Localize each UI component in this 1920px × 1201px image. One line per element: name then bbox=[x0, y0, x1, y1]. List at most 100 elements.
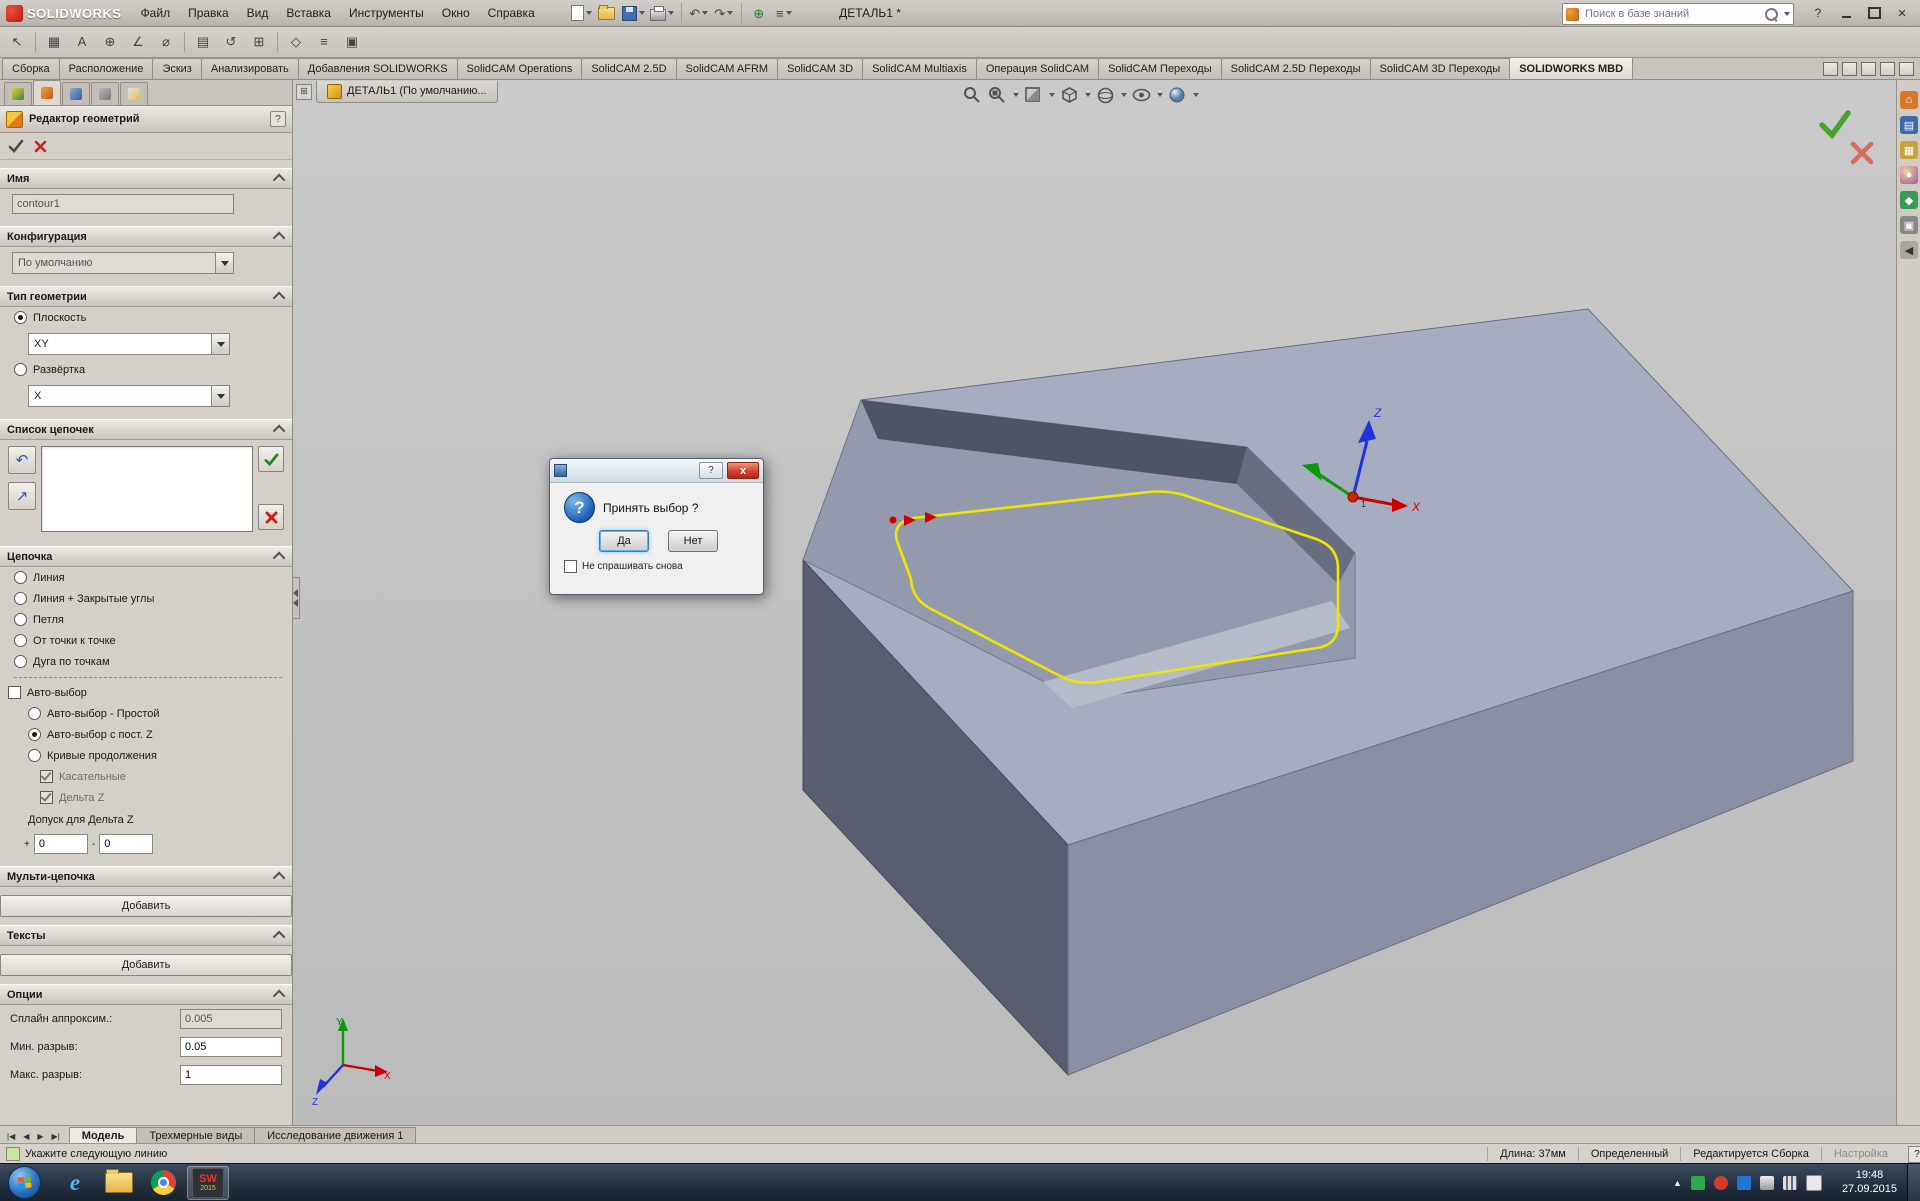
text-tool-button[interactable]: A bbox=[69, 29, 95, 55]
pick-chain-button[interactable]: ↗ bbox=[8, 482, 36, 510]
menu-insert[interactable]: Вставка bbox=[277, 2, 340, 24]
refresh-view-button[interactable]: ↺ bbox=[218, 29, 244, 55]
continuation-curves-radio[interactable] bbox=[28, 749, 41, 762]
accept-chain-button[interactable] bbox=[258, 446, 284, 472]
pane-toggle-icon[interactable] bbox=[1842, 62, 1857, 76]
save-button[interactable] bbox=[621, 2, 646, 24]
display-style-button[interactable] bbox=[1094, 84, 1116, 106]
no-button[interactable]: Нет bbox=[668, 530, 718, 552]
tab-motion-study[interactable]: Исследование движения 1 bbox=[254, 1127, 416, 1144]
chain-option-line[interactable]: Линия bbox=[0, 567, 292, 588]
prev-tab-button[interactable]: ◀ bbox=[20, 1130, 32, 1143]
file-explorer-icon[interactable]: ▦ bbox=[1900, 141, 1918, 159]
tab-solidcam-25d-transitions[interactable]: SolidCAM 2.5D Переходы bbox=[1221, 58, 1371, 79]
multi-chain-header[interactable]: Мульти-цепочка bbox=[0, 866, 292, 887]
appearance-button[interactable] bbox=[1166, 84, 1188, 106]
action-center-flag-icon[interactable] bbox=[1806, 1175, 1822, 1191]
undo-button[interactable]: ↶ bbox=[688, 2, 710, 24]
chain-option-line-corners[interactable]: Линия + Закрытые углы bbox=[0, 588, 292, 609]
hide-show-items-button[interactable] bbox=[1130, 84, 1152, 106]
appearances-icon[interactable]: ● bbox=[1900, 166, 1918, 184]
display-manager-tab[interactable] bbox=[120, 82, 148, 105]
contour-name-field[interactable] bbox=[12, 194, 234, 214]
close-button[interactable]: × bbox=[1892, 4, 1912, 22]
viewport-cancel-button[interactable] bbox=[1848, 139, 1876, 167]
max-gap-field[interactable] bbox=[180, 1065, 282, 1085]
spline-approx-field[interactable] bbox=[180, 1009, 282, 1029]
design-library-icon[interactable]: ▤ bbox=[1900, 116, 1918, 134]
custom-properties-icon[interactable]: ◆ bbox=[1900, 191, 1918, 209]
arc-by-points-radio[interactable] bbox=[14, 655, 27, 668]
chevron-down-icon[interactable] bbox=[1121, 93, 1127, 97]
dont-ask-again-row[interactable]: Не спрашивать снова bbox=[564, 560, 683, 573]
window-layout-button[interactable]: ⊞ bbox=[246, 29, 272, 55]
help-button[interactable]: ? bbox=[1808, 4, 1828, 22]
tolerance-minus-field[interactable] bbox=[99, 834, 153, 854]
tangent-row[interactable]: Касательные bbox=[0, 766, 292, 787]
bluetooth-tray-icon[interactable] bbox=[1737, 1176, 1751, 1190]
search-input[interactable] bbox=[1583, 7, 1761, 21]
view-orientation-button[interactable] bbox=[1058, 84, 1080, 106]
chain-option-point-to-point[interactable]: От точки к точке bbox=[0, 630, 292, 651]
plane-radio[interactable] bbox=[14, 311, 27, 324]
status-settings[interactable]: Настройка bbox=[1821, 1147, 1900, 1161]
chain-option-loop[interactable]: Петля bbox=[0, 609, 292, 630]
panel-splitter-handle[interactable] bbox=[292, 577, 300, 619]
delta-z-checkbox[interactable] bbox=[40, 791, 53, 804]
viewport-ok-button[interactable] bbox=[1816, 107, 1852, 141]
chevron-down-icon[interactable] bbox=[1049, 93, 1055, 97]
document-tab[interactable]: ДЕТАЛЬ1 (По умолчанию... bbox=[316, 81, 498, 103]
plane-dropdown[interactable]: XY bbox=[28, 333, 230, 355]
name-section-header[interactable]: Имя bbox=[0, 168, 292, 189]
tab-3d-views[interactable]: Трехмерные виды bbox=[136, 1127, 255, 1144]
pane-close-icon[interactable] bbox=[1899, 62, 1914, 76]
min-gap-field[interactable] bbox=[180, 1037, 282, 1057]
auto-simple-row[interactable]: Авто-выбор - Простой bbox=[0, 703, 292, 724]
plane-radio-row[interactable]: Плоскость bbox=[0, 307, 292, 328]
tab-solidcam-afrm[interactable]: SolidCAM AFRM bbox=[676, 58, 779, 79]
auto-simple-radio[interactable] bbox=[28, 707, 41, 720]
dropdown-arrow-button[interactable] bbox=[211, 386, 229, 406]
select-tool-button[interactable]: ↖ bbox=[4, 29, 30, 55]
tab-solidcam-operation[interactable]: Операция SolidCAM bbox=[976, 58, 1099, 79]
last-tab-button[interactable]: ▶| bbox=[49, 1130, 63, 1143]
delta-z-row[interactable]: Дельта Z bbox=[0, 787, 292, 808]
pane-maximize-icon[interactable] bbox=[1880, 62, 1895, 76]
chain-start-point[interactable] bbox=[890, 517, 897, 524]
network-tray-icon[interactable] bbox=[1783, 1176, 1797, 1190]
search-icon[interactable] bbox=[1765, 8, 1778, 21]
menu-edit[interactable]: Правка bbox=[179, 2, 238, 24]
tab-assembly[interactable]: Сборка bbox=[2, 58, 60, 79]
pm-cancel-button[interactable] bbox=[34, 140, 47, 153]
open-document-button[interactable] bbox=[596, 2, 618, 24]
yes-button[interactable]: Да bbox=[599, 530, 649, 552]
update-tray-icon[interactable] bbox=[1714, 1176, 1728, 1190]
loop-radio[interactable] bbox=[14, 613, 27, 626]
tab-sketch[interactable]: Эскиз bbox=[152, 58, 201, 79]
menu-tools[interactable]: Инструменты bbox=[340, 2, 433, 24]
start-button[interactable] bbox=[8, 1166, 41, 1199]
tab-solidcam-multiaxis[interactable]: SolidCAM Multiaxis bbox=[862, 58, 977, 79]
display-settings-button[interactable]: ▣ bbox=[339, 29, 365, 55]
knowledge-search-box[interactable] bbox=[1562, 3, 1794, 25]
sketch-grid-button[interactable]: ▦ bbox=[41, 29, 67, 55]
menu-help[interactable]: Справка bbox=[479, 2, 544, 24]
multi-chain-add-button[interactable]: Добавить bbox=[0, 895, 292, 917]
pane-minimize-icon[interactable] bbox=[1861, 62, 1876, 76]
resources-home-icon[interactable]: ⌂ bbox=[1900, 91, 1918, 109]
auto-select-row[interactable]: Авто-выбор bbox=[0, 682, 292, 703]
antivirus-tray-icon[interactable] bbox=[1691, 1176, 1705, 1190]
geometry-tool-button[interactable]: ◇ bbox=[283, 29, 309, 55]
feature-manager-tab[interactable] bbox=[4, 82, 32, 105]
texts-header[interactable]: Тексты bbox=[0, 925, 292, 946]
tab-model[interactable]: Модель bbox=[69, 1127, 138, 1144]
auto-const-z-row[interactable]: Авто-выбор с пост. Z bbox=[0, 724, 292, 745]
chain-section-header[interactable]: Цепочка bbox=[0, 546, 292, 567]
auto-select-checkbox[interactable] bbox=[8, 686, 21, 699]
unfold-axis-dropdown[interactable]: X bbox=[28, 385, 230, 407]
table-tool-button[interactable]: ▤ bbox=[190, 29, 216, 55]
diameter-dimension-button[interactable]: ⌀ bbox=[153, 29, 179, 55]
configuration-manager-tab[interactable] bbox=[62, 82, 90, 105]
tab-solidcam-25d[interactable]: SolidCAM 2.5D bbox=[581, 58, 676, 79]
new-document-button[interactable] bbox=[570, 2, 593, 24]
